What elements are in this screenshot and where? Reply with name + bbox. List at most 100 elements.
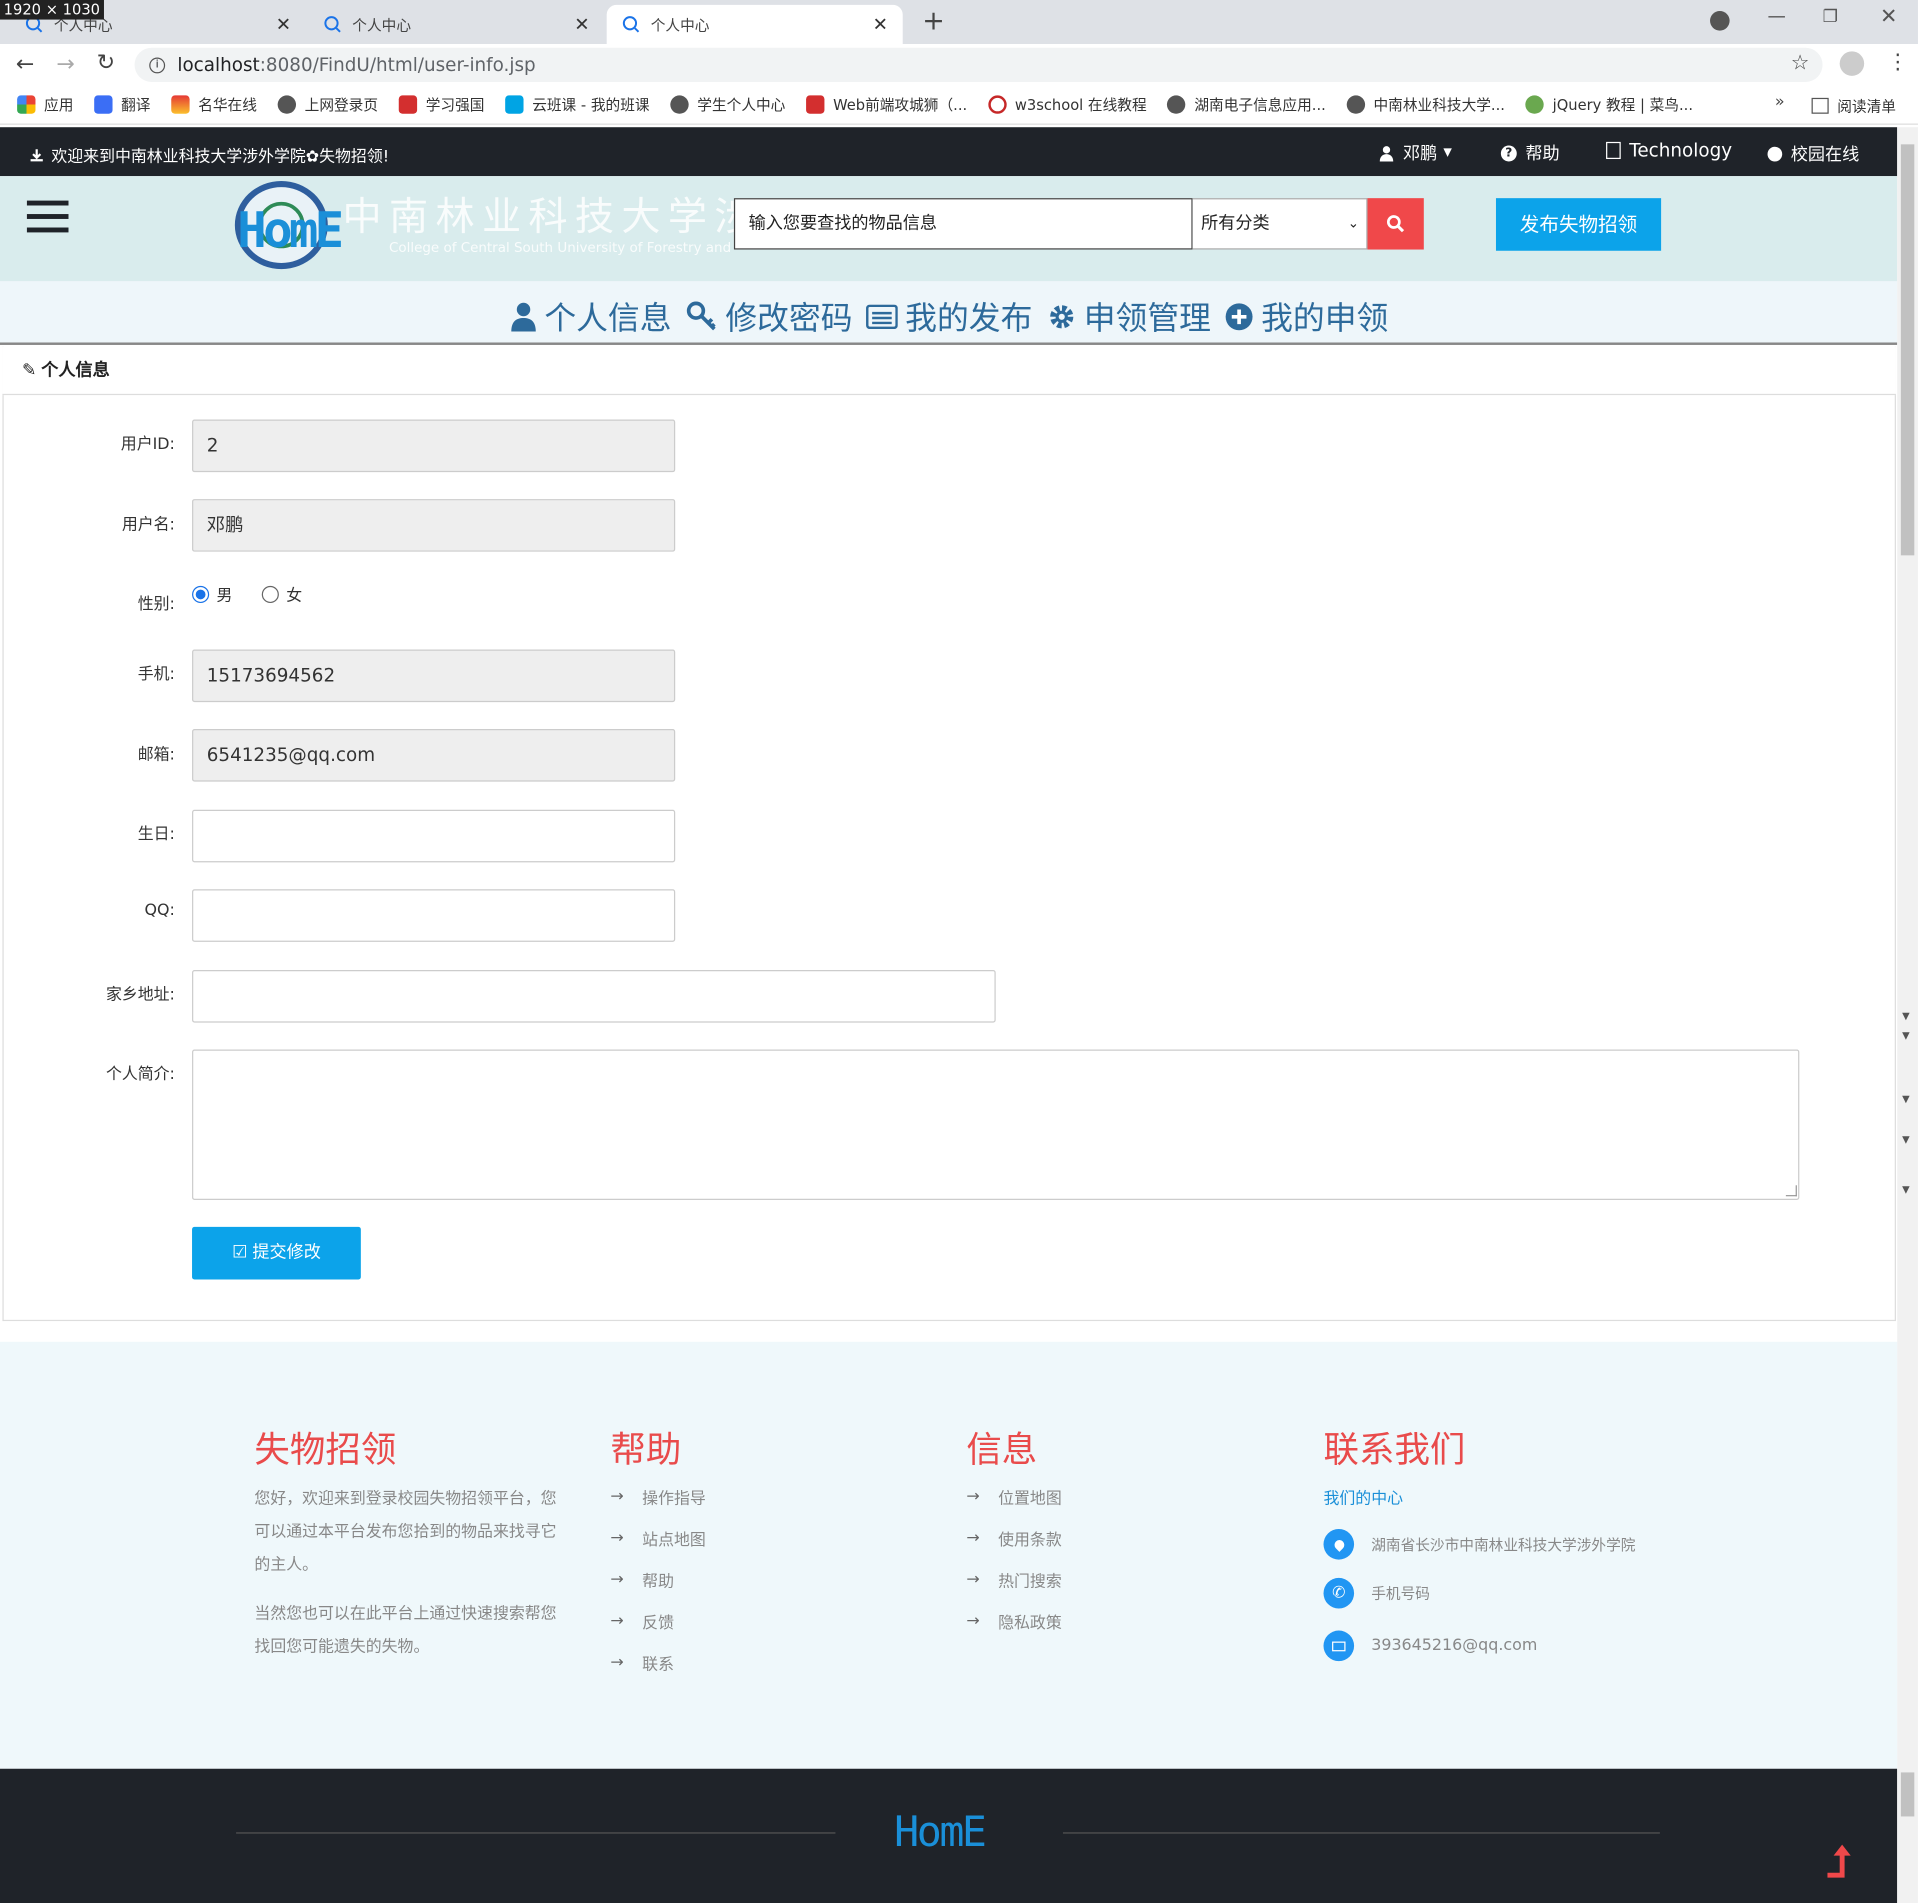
- nav-my-posts[interactable]: 我的发布: [866, 294, 1032, 339]
- bookmark-item[interactable]: w3school 在线教程: [987, 94, 1147, 115]
- footer-link[interactable]: → 反馈: [610, 1600, 705, 1642]
- window-close-button[interactable]: ✕: [1880, 5, 1897, 29]
- profile-avatar[interactable]: [1839, 51, 1865, 76]
- close-icon[interactable]: ✕: [873, 13, 888, 35]
- contact-email[interactable]: 393645216@qq.com: [1323, 1630, 1537, 1662]
- user-id-field[interactable]: 2: [192, 419, 676, 473]
- bookmark-item[interactable]: Web前端攻城狮（...: [806, 94, 967, 115]
- resize-handle[interactable]: [1785, 1185, 1797, 1197]
- reading-list-button[interactable]: 阅读清单: [1811, 95, 1896, 116]
- footer-link[interactable]: → 位置地图: [966, 1475, 1061, 1517]
- username-field[interactable]: 邓鹏: [192, 499, 676, 552]
- field-label: 用户ID:: [120, 435, 175, 454]
- bookmark-item[interactable]: jQuery 教程 | 菜鸟...: [1525, 94, 1693, 115]
- bookmark-item[interactable]: 云班课 - 我的班课: [505, 94, 650, 115]
- bookmarks-bar: 应用 翻译 名华在线 上网登录页 学习强国 云班课 - 我的班课 学生个人中心 …: [0, 85, 1918, 125]
- hamburger-menu-icon[interactable]: [26, 200, 69, 238]
- gender-male-radio[interactable]: [192, 585, 210, 603]
- email-field[interactable]: 6541235@qq.com: [192, 729, 676, 782]
- category-select[interactable]: 所有分类 ⌄: [1192, 198, 1368, 250]
- help-link[interactable]: ? 帮助: [1500, 141, 1560, 165]
- search-button[interactable]: [1367, 198, 1424, 250]
- footer-link[interactable]: → 隐私政策: [966, 1600, 1061, 1642]
- back-icon[interactable]: ←: [16, 51, 34, 77]
- caret-down-icon: ▼: [1443, 146, 1452, 160]
- bookmark-item[interactable]: 湖南电子信息应用...: [1167, 94, 1326, 115]
- bookmark-item[interactable]: 名华在线: [171, 94, 257, 115]
- bookmark-item[interactable]: 应用: [17, 94, 73, 115]
- reload-icon[interactable]: ↻: [97, 50, 115, 76]
- arrow-right-icon: →: [966, 1611, 980, 1630]
- edit-icon: ✎: [22, 360, 37, 381]
- browser-tab-2[interactable]: 个人中心 ✕: [308, 5, 604, 44]
- menu-icon[interactable]: ⋮: [1887, 50, 1908, 74]
- bookmarks-more-button[interactable]: »: [1775, 93, 1785, 111]
- bookmark-item[interactable]: 学习强国: [398, 94, 485, 115]
- browser-tab-3-active[interactable]: 个人中心 ✕: [606, 4, 903, 45]
- footer-intro-2: 当然您也可以在此平台上通过快速搜索帮您找回您可能遗失的失物。: [254, 1604, 557, 1657]
- footer-link[interactable]: → 帮助: [610, 1558, 705, 1600]
- birthday-field[interactable]: [192, 809, 676, 863]
- radio-label: 女: [286, 587, 303, 606]
- info-links: → 位置地图 → 使用条款 → 热门搜索 → 隐私政策: [966, 1475, 1061, 1641]
- restore-button[interactable]: ❐: [1823, 7, 1838, 27]
- new-tab-button[interactable]: +: [922, 6, 945, 37]
- phone-field[interactable]: 15173694562: [192, 649, 676, 703]
- page-scrollbar[interactable]: ▼ ▼ ▼ ▼ ▼: [1897, 127, 1918, 1903]
- close-icon[interactable]: ✕: [574, 13, 589, 35]
- user-icon: [511, 302, 536, 331]
- gender-female-radio[interactable]: [261, 585, 279, 603]
- forward-icon[interactable]: →: [56, 51, 74, 77]
- footer-link[interactable]: → 使用条款: [966, 1517, 1061, 1559]
- bookmark-label: 学习强国: [425, 96, 485, 114]
- footer-link[interactable]: → 站点地图: [610, 1517, 705, 1559]
- scrollbar-thumb[interactable]: [1900, 144, 1915, 556]
- technology-link[interactable]: Technology: [1606, 139, 1732, 161]
- site-favicon: [987, 95, 1007, 114]
- back-to-top-icon[interactable]: [1823, 1841, 1857, 1880]
- book-icon: [1606, 141, 1621, 160]
- tab-search-button[interactable]: [1710, 11, 1730, 31]
- contact-address: 湖南省长沙市中南林业科技大学涉外学院: [1323, 1529, 1635, 1560]
- bookmark-label: Web前端攻城狮（...: [833, 96, 968, 114]
- bookmark-item[interactable]: 翻译: [94, 94, 150, 115]
- hometown-field[interactable]: [192, 969, 996, 1023]
- welcome-label: 欢迎来到中南林业科技大学涉外学院✿失物招领!: [51, 148, 390, 167]
- minimize-button[interactable]: —: [1768, 5, 1786, 27]
- nav-my-claims[interactable]: 我的申领: [1224, 294, 1388, 339]
- publish-button[interactable]: 发布失物招领: [1495, 198, 1662, 251]
- plus-circle-icon: [1225, 302, 1253, 330]
- bookmark-item[interactable]: 学生个人中心: [670, 94, 785, 115]
- arrow-right-icon: →: [966, 1569, 980, 1589]
- star-icon[interactable]: ☆: [1791, 51, 1810, 75]
- arrow-right-icon: →: [966, 1486, 980, 1506]
- user-dropdown[interactable]: 邓鹏 ▼: [1379, 141, 1452, 165]
- key-icon: [686, 300, 716, 330]
- nav-personal-info[interactable]: 个人信息: [510, 294, 672, 339]
- field-label: 家乡地址:: [105, 985, 175, 1005]
- footer-heading: 联系我们: [1323, 1428, 1466, 1471]
- footer-link[interactable]: → 热门搜索: [966, 1558, 1061, 1600]
- field-label: 生日:: [137, 825, 175, 845]
- address-bar[interactable]: i localhost:8080/FindU/html/user-info.js…: [134, 47, 1823, 82]
- search-input[interactable]: 输入您要查找的物品信息: [733, 198, 1193, 250]
- scrollbar-thumb-2[interactable]: [1900, 1772, 1915, 1817]
- bookmark-label: w3school 在线教程: [1014, 96, 1147, 114]
- bookmark-item[interactable]: 中南林业科技大学...: [1346, 94, 1505, 115]
- footer-intro: 您好，欢迎来到登录校园失物招领平台，您可以通过本平台发布您拾到的物品来找寻它的主…: [254, 1489, 557, 1575]
- close-icon[interactable]: ✕: [276, 13, 291, 35]
- globe-icon: [670, 95, 689, 114]
- campus-link[interactable]: 校园在线: [1767, 142, 1859, 166]
- nav-claim-management[interactable]: 申领管理: [1047, 294, 1211, 339]
- qq-field[interactable]: [192, 889, 676, 942]
- field-label: 个人简介:: [105, 1065, 175, 1084]
- bookmark-item[interactable]: 上网登录页: [277, 94, 378, 115]
- footer-link[interactable]: → 操作指导: [610, 1475, 705, 1517]
- scroll-marker: ▼: [1902, 1184, 1910, 1196]
- phone-icon: ✆: [1323, 1577, 1355, 1609]
- nav-change-password[interactable]: 修改密码: [686, 294, 853, 339]
- bio-textarea[interactable]: [192, 1049, 1800, 1200]
- submit-button[interactable]: ☑ 提交修改: [192, 1226, 361, 1280]
- footer-link[interactable]: → 联系: [610, 1642, 705, 1684]
- question-icon: ?: [1500, 144, 1517, 161]
